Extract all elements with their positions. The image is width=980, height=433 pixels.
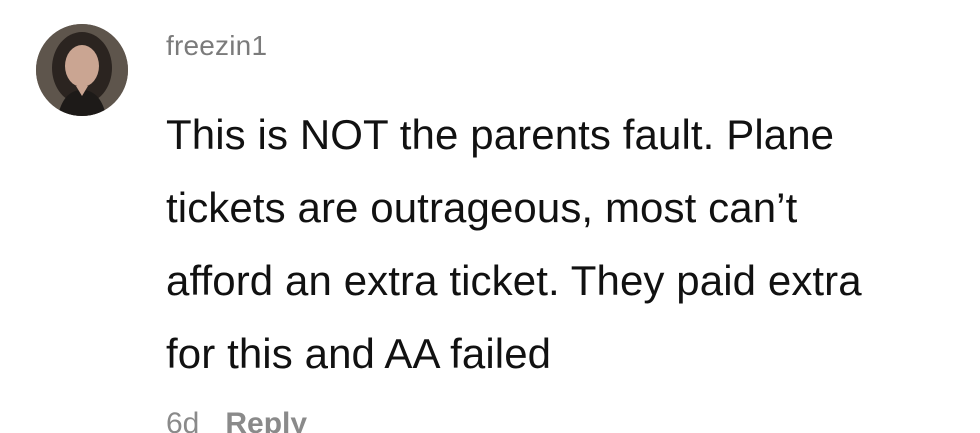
- comment-body: freezin1 This is NOT the parents fault. …: [166, 22, 980, 433]
- username[interactable]: freezin1: [166, 22, 980, 70]
- comment-text: This is NOT the parents fault. Plane tic…: [166, 111, 862, 377]
- reply-button[interactable]: Reply: [225, 404, 307, 433]
- timestamp: 6d: [166, 407, 200, 433]
- avatar-image: [36, 24, 128, 116]
- avatar[interactable]: [36, 24, 128, 116]
- comment-meta: 6d Reply: [166, 404, 980, 433]
- comment: freezin1 This is NOT the parents fault. …: [0, 0, 980, 433]
